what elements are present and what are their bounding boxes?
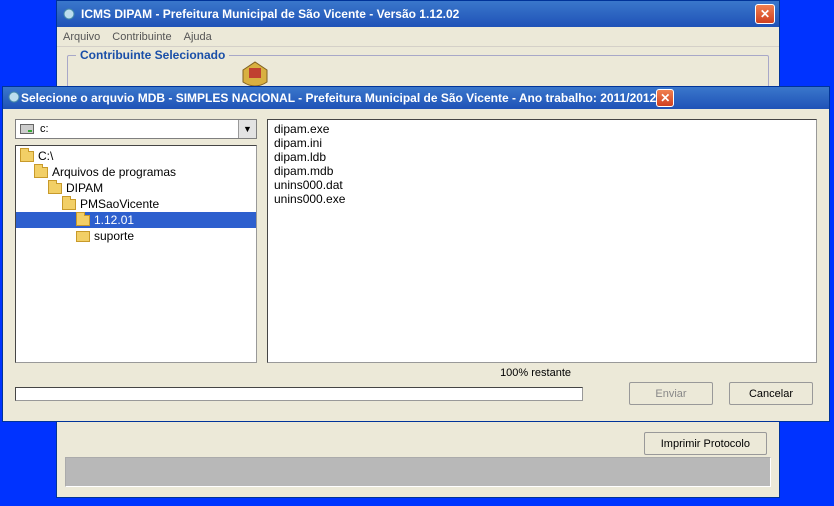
dir-label: PMSaoVicente — [80, 197, 159, 211]
dir-label: suporte — [94, 229, 134, 243]
main-menubar: Arquivo Contribuinte Ajuda — [57, 27, 779, 47]
folder-icon — [62, 199, 76, 210]
print-protocolo-button[interactable]: Imprimir Protocolo — [644, 432, 767, 455]
status-strip — [65, 457, 771, 487]
main-titlebar: ICMS DIPAM - Prefeitura Municipal de São… — [57, 1, 779, 27]
dialog-titlebar: Selecione o arquvio MDB - SIMPLES NACION… — [3, 87, 829, 109]
drive-label: c: — [40, 123, 49, 135]
folder-icon — [20, 151, 34, 162]
main-title-text: ICMS DIPAM - Prefeitura Municipal de São… — [81, 7, 459, 21]
bottom-bar — [65, 457, 771, 487]
file-item[interactable]: unins000.dat — [274, 178, 810, 192]
dir-item[interactable]: DIPAM — [16, 180, 256, 196]
folder-icon — [76, 215, 90, 226]
app-icon — [61, 6, 77, 22]
menu-arquivo[interactable]: Arquivo — [63, 31, 100, 43]
drive-combo[interactable]: c: ▼ — [15, 119, 257, 139]
dir-label: DIPAM — [66, 181, 103, 195]
dir-item[interactable]: Arquivos de programas — [16, 164, 256, 180]
dialog-body: c: ▼ C:\ Arquivos de programas DIPAM PMSaoV… — [3, 109, 829, 421]
dialog-icon — [7, 90, 21, 107]
menu-ajuda[interactable]: Ajuda — [184, 31, 212, 43]
file-item[interactable]: unins000.exe — [274, 192, 810, 206]
dialog-title-text: Selecione o arquvio MDB - SIMPLES NACION… — [21, 91, 656, 105]
cancelar-label: Cancelar — [749, 388, 793, 400]
dir-label: 1.12.01 — [94, 213, 134, 227]
progress-label: 100% restante — [500, 367, 571, 379]
enviar-button[interactable]: Enviar — [629, 382, 713, 405]
file-item[interactable]: dipam.exe — [274, 122, 810, 136]
cancelar-button[interactable]: Cancelar — [729, 382, 813, 405]
print-button-label: Imprimir Protocolo — [661, 438, 750, 450]
enviar-label: Enviar — [655, 388, 686, 400]
dir-item[interactable]: C:\ — [16, 148, 256, 164]
dir-label: C:\ — [38, 149, 53, 163]
folder-icon — [48, 183, 62, 194]
file-item[interactable]: dipam.ldb — [274, 150, 810, 164]
dialog-close-button[interactable]: ✕ — [656, 89, 674, 107]
folder-icon — [76, 231, 90, 242]
menu-contribuinte[interactable]: Contribuinte — [112, 31, 171, 43]
dir-item[interactable]: PMSaoVicente — [16, 196, 256, 212]
file-item[interactable]: dipam.ini — [274, 136, 810, 150]
dir-label: Arquivos de programas — [52, 165, 176, 179]
chevron-down-icon: ▼ — [238, 120, 256, 138]
directory-list[interactable]: C:\ Arquivos de programas DIPAM PMSaoVicent… — [15, 145, 257, 363]
drive-icon — [20, 124, 34, 134]
fieldset-legend: Contribuinte Selecionado — [76, 48, 229, 62]
dir-item[interactable]: suporte — [16, 228, 256, 244]
main-close-button[interactable]: ✕ — [755, 4, 775, 24]
file-list[interactable]: dipam.exedipam.inidipam.ldbdipam.mdbunin… — [267, 119, 817, 363]
file-item[interactable]: dipam.mdb — [274, 164, 810, 178]
dir-item[interactable]: 1.12.01 — [16, 212, 256, 228]
folder-icon — [34, 167, 48, 178]
file-dialog: Selecione o arquvio MDB - SIMPLES NACION… — [2, 86, 830, 422]
progress-bar — [15, 387, 583, 401]
